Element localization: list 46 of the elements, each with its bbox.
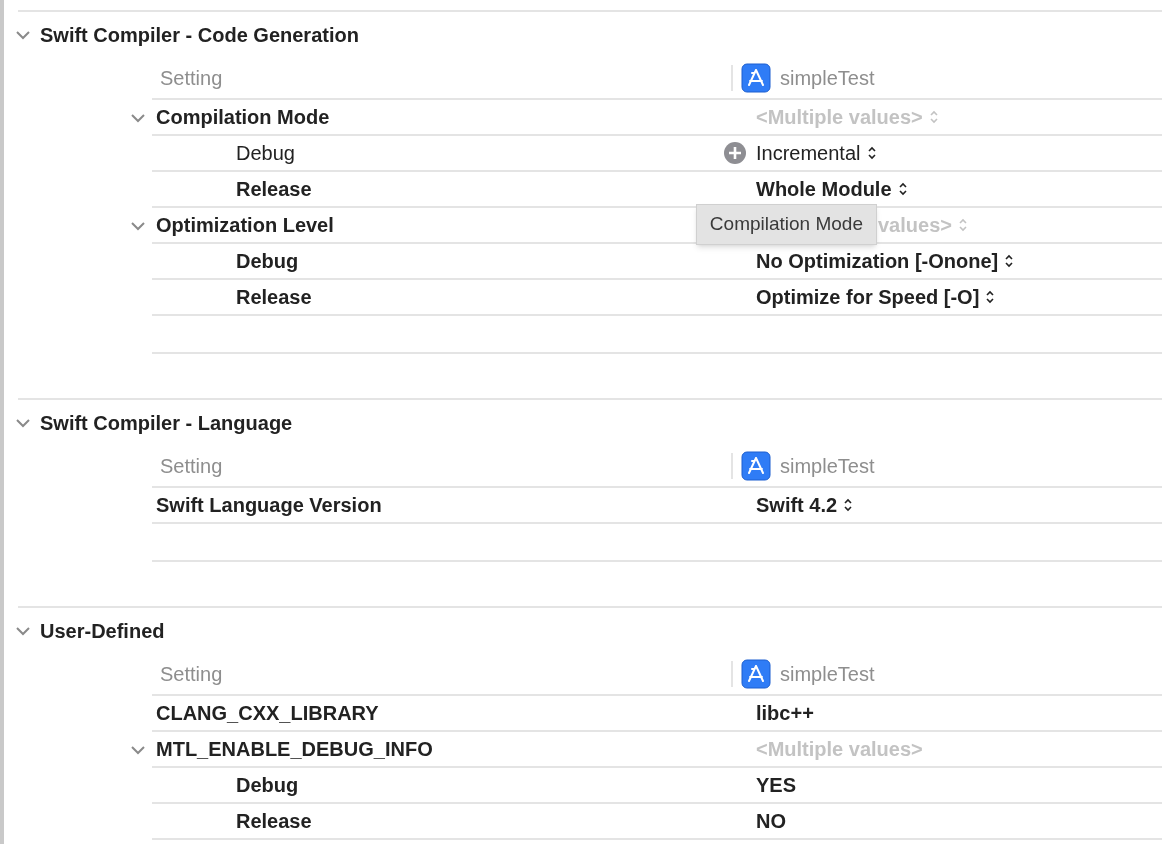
setting-value[interactable]: Whole Module — [756, 174, 908, 204]
disclosure-chevron-icon[interactable] — [15, 30, 31, 40]
app-icon — [741, 451, 771, 481]
setting-value[interactable]: NO — [756, 806, 786, 836]
stepper-arrows-icon — [985, 289, 996, 305]
setting-value[interactable]: Optimize for Speed [-O] — [756, 282, 996, 312]
setting-name: Debug — [236, 141, 295, 166]
tooltip: Compilation Mode — [695, 204, 877, 245]
stepper-arrows-icon — [843, 497, 854, 513]
setting-name: MTL_ENABLE_DEBUG_INFO — [156, 737, 433, 762]
setting-name: Release — [236, 809, 312, 834]
setting-name: Debug — [236, 773, 299, 798]
stepper-arrows-icon — [897, 181, 908, 197]
column-header: Setting — [160, 455, 223, 477]
setting-value[interactable]: YES — [756, 770, 797, 800]
setting-value[interactable]: Swift 4.2 — [756, 490, 854, 520]
section-title: Swift Compiler - Language — [40, 411, 293, 436]
setting-name: Compilation Mode — [156, 105, 330, 130]
add-icon[interactable] — [724, 142, 746, 164]
stepper-arrows-icon — [957, 217, 968, 233]
setting-value[interactable]: libc++ — [756, 698, 814, 728]
target-name: simpleTest — [780, 66, 875, 91]
disclosure-chevron-icon[interactable] — [15, 418, 31, 428]
target-name: simpleTest — [780, 454, 875, 479]
disclosure-chevron-icon[interactable] — [130, 745, 146, 755]
disclosure-chevron-icon[interactable] — [130, 221, 146, 231]
setting-name: Optimization Level — [156, 213, 334, 238]
setting-name: Swift Language Version — [156, 493, 382, 518]
disclosure-chevron-icon[interactable] — [15, 626, 31, 636]
app-icon — [741, 659, 771, 689]
app-icon — [741, 63, 771, 93]
section-title: User-Defined — [40, 619, 165, 644]
setting-name: CLANG_CXX_LIBRARY — [156, 701, 379, 726]
column-header: Setting — [160, 663, 223, 685]
section-title: Swift Compiler - Code Generation — [40, 23, 359, 48]
setting-name: Release — [236, 177, 312, 202]
setting-value[interactable]: Incremental — [756, 138, 877, 168]
column-header: Setting — [160, 67, 223, 89]
setting-name: Release — [236, 285, 312, 310]
stepper-arrows-icon — [1004, 253, 1015, 269]
target-name: simpleTest — [780, 662, 875, 687]
stepper-arrows-icon — [928, 109, 939, 125]
disclosure-chevron-icon[interactable] — [130, 113, 146, 123]
stepper-arrows-icon — [866, 145, 877, 161]
setting-name: Debug — [236, 249, 299, 274]
setting-value[interactable]: No Optimization [-Onone] — [756, 246, 1015, 276]
